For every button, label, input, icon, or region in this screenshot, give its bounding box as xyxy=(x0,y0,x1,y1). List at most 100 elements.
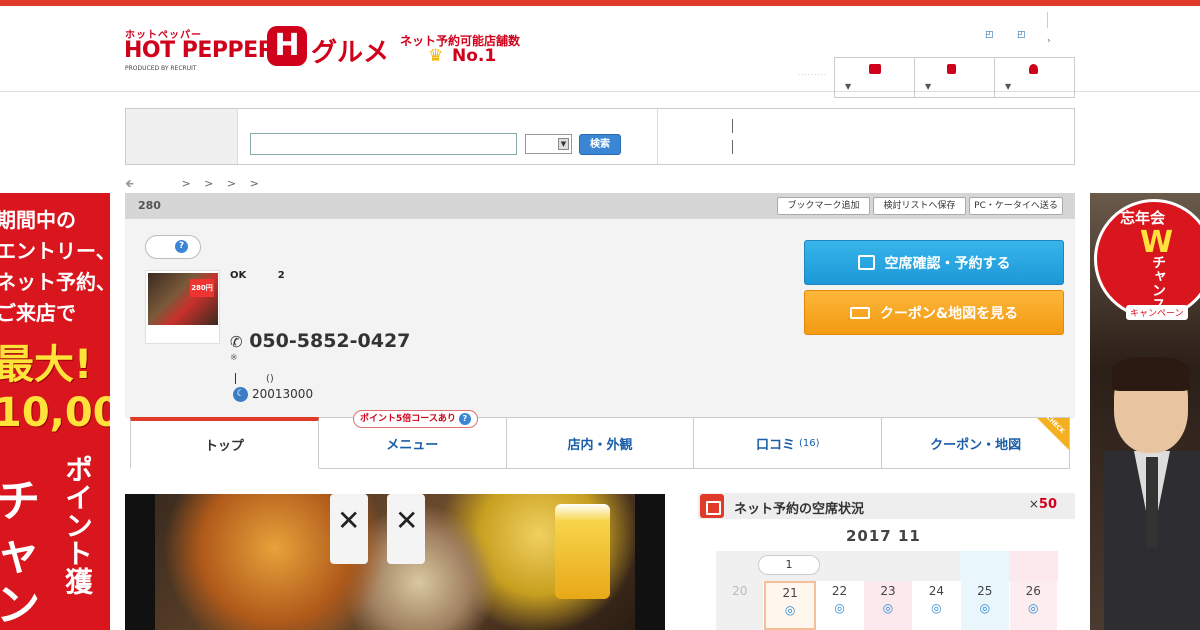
ad-left-lines: 期間中の エントリー、 ネット予約、 ご来店で xyxy=(0,208,110,325)
logo-h-icon[interactable]: H xyxy=(267,26,307,66)
reserve-label: 空席確認・予約する xyxy=(884,255,1011,272)
search-divider xyxy=(657,109,658,164)
reserve-button[interactable]: 空席確認・予約する xyxy=(804,240,1064,285)
tab-label: 口コミ xyxy=(756,437,796,453)
tab-interior[interactable]: 店内・外観 xyxy=(506,417,695,469)
calendar-day-sunday[interactable]: 26 ◎ xyxy=(1009,581,1058,630)
day-number: 26 xyxy=(1025,584,1041,598)
tab-label: 店内・外観 xyxy=(567,437,633,453)
calendar-day[interactable]: 22 ◎ xyxy=(816,581,865,630)
coupon-label: クーポン&地図を見る xyxy=(879,305,1019,322)
header-nav-box: ▼ ▼ ▼ xyxy=(834,57,1075,98)
shop-phone[interactable]: ✆ 050-5852-0427 xyxy=(230,330,410,352)
search-tick-2 xyxy=(732,140,733,154)
day-number: 24 xyxy=(928,584,945,598)
header-no1: No.1 xyxy=(452,46,497,66)
weekday-cell xyxy=(911,551,961,581)
availability-header: ネット予約の空席状況 ×50 xyxy=(698,493,1075,519)
points-multiplier: ×50 xyxy=(1029,497,1057,512)
bookmark-button[interactable]: ブックマーク追加 xyxy=(777,197,870,215)
right-side-banner-ad[interactable]: 忘年会 W チャンス キャンペーン xyxy=(1090,193,1200,630)
day-number: 20 xyxy=(732,584,748,598)
availability-title: ネット予約の空席状況 xyxy=(734,502,865,517)
phone-number: 050-5852-0427 xyxy=(249,330,411,352)
calendar-day[interactable]: 24 ◎ xyxy=(913,581,962,630)
shop-thumbnail[interactable]: 280円 xyxy=(145,270,220,344)
ad-right-line4: キャンペーン xyxy=(1126,305,1188,320)
shop-ok-info: OK 2 xyxy=(230,270,285,281)
availability-mark: ◎ xyxy=(784,603,796,617)
availability-mark: ◎ xyxy=(979,601,991,615)
ad-left-big: 最大! 10,000 xyxy=(0,342,110,436)
calendar-day-holiday[interactable]: 23 ◎ xyxy=(864,581,913,630)
header-nav-reservations[interactable]: ▼ xyxy=(835,58,915,97)
access-paren: () xyxy=(266,373,274,385)
weekday-cell xyxy=(813,551,863,581)
calendar-week-row: 20 21 ◎ 22 ◎ 23 ◎ 24 ◎ 25 ◎ 26 ◎ xyxy=(716,581,1058,630)
beer-glass-image xyxy=(555,504,610,599)
logo-wordmark[interactable]: HOT PEPPER xyxy=(124,38,275,63)
shop-tabs: トップ メニュー 店内・外観 口コミ (16) クーポン・地図 CHECK xyxy=(130,414,1070,469)
search-button[interactable]: 検索 xyxy=(579,134,621,155)
day-number: 21 xyxy=(782,586,798,600)
availability-bubble: 1 xyxy=(758,555,820,575)
coupon-map-button[interactable]: クーポン&地図を見る xyxy=(804,290,1064,335)
search-input[interactable] xyxy=(250,133,517,155)
hair-shape xyxy=(1112,357,1190,391)
search-label-area xyxy=(126,109,238,164)
budget-value: 20013000 xyxy=(252,387,314,401)
tab-top[interactable]: トップ xyxy=(130,417,319,469)
left-side-banner-ad[interactable]: 期間中の エントリー、 ネット予約、 ご来店で 最大! 10,000 チャン ポ… xyxy=(0,193,110,630)
calendar-day-saturday[interactable]: 25 ◎ xyxy=(961,581,1010,630)
tab-label: トップ xyxy=(204,439,244,454)
phone-note: ※ xyxy=(230,353,238,363)
calendar-month: 2017 11 xyxy=(846,527,921,545)
search-tick-1 xyxy=(732,119,733,133)
header-divider xyxy=(1047,12,1048,28)
points-badge-label: ポイント5倍コースあり xyxy=(360,414,456,424)
coupon-icon xyxy=(849,306,870,319)
header-nav-points[interactable]: ▼ xyxy=(915,58,995,97)
save-to-list-button[interactable]: 検討リストへ保存 xyxy=(873,197,966,215)
ad-left-kana: チャン xyxy=(0,476,40,630)
tab-reviews[interactable]: 口コミ (16) xyxy=(694,417,883,469)
availability-mark: ◎ xyxy=(882,601,894,615)
shop-access: () xyxy=(235,373,274,385)
back-arrow-icon[interactable]: 🡸 xyxy=(125,177,134,190)
help-icon[interactable]: ? xyxy=(458,413,471,425)
calendar-day-today[interactable]: 21 ◎ xyxy=(764,581,816,630)
help-icon[interactable]: ? xyxy=(175,240,188,253)
point-icon xyxy=(947,64,956,74)
calendar-day: 20 xyxy=(716,581,765,630)
shop-name: 280 xyxy=(138,199,161,212)
send-to-phone-button[interactable]: PC・ケータイへ送る xyxy=(969,197,1063,215)
phone-icon: ✆ xyxy=(230,333,243,351)
text-cursor xyxy=(235,373,236,384)
shop-budget: ☾ 20013000 xyxy=(233,387,313,402)
tab-coupon-map[interactable]: クーポン・地図 CHECK xyxy=(882,414,1070,469)
shop-photo: 280円 xyxy=(148,273,218,325)
points-badge: ポイント5倍コースあり? xyxy=(353,410,478,428)
header-dots: ········· xyxy=(798,71,828,79)
breadcrumb-separator: > xyxy=(249,177,259,190)
ok-label: OK xyxy=(230,270,247,281)
tab-label: メニュー xyxy=(386,437,439,453)
header-link-icon-2[interactable]: ◰ xyxy=(1017,30,1026,40)
search-area-select[interactable]: ▼ xyxy=(525,134,572,154)
genre-pill[interactable]: ? xyxy=(145,235,201,259)
review-count: (16) xyxy=(799,437,820,449)
ad-left-vertical: ポイント獲 xyxy=(61,455,94,595)
tab-label: クーポン・地図 xyxy=(930,437,1022,453)
ad-right-line3: チャンス xyxy=(1150,255,1166,311)
header-more-chevron-icon[interactable]: › xyxy=(1047,36,1051,46)
header-nav-user[interactable]: ▼ xyxy=(995,58,1074,97)
site-header: ホットペッパー HOT PEPPER PRODUCED BY RECRUIT H… xyxy=(0,6,1200,98)
header-link-icon-1[interactable]: ◰ xyxy=(985,30,994,40)
mult-value: 50 xyxy=(1038,497,1057,512)
logo-gourmet-text[interactable]: グルメ xyxy=(311,32,389,69)
chevron-down-icon: ▼ xyxy=(925,82,932,91)
mult-prefix: × xyxy=(1028,497,1039,511)
shop-info-panel: 280 ブックマーク追加 検討リストへ保存 PC・ケータイへ送る ? 280円 … xyxy=(125,193,1075,418)
day-number: 22 xyxy=(831,584,848,598)
chevron-down-icon: ▼ xyxy=(845,82,852,91)
